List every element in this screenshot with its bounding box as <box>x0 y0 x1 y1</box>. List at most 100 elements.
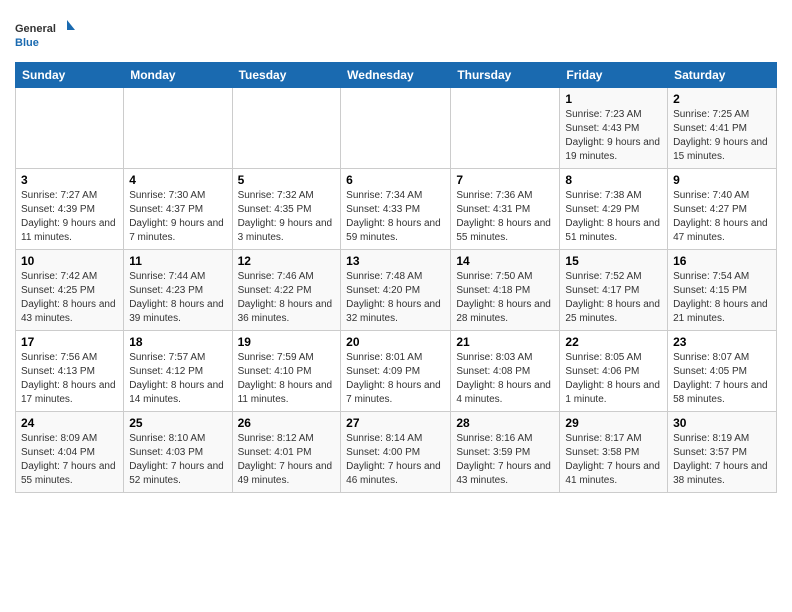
day-info: Sunrise: 7:50 AM Sunset: 4:18 PM Dayligh… <box>456 270 554 326</box>
day-of-week-header: Tuesday <box>232 63 341 88</box>
day-info: Sunrise: 8:14 AM Sunset: 4:00 PM Dayligh… <box>346 432 445 488</box>
calendar-day-cell: 27 Sunrise: 8:14 AM Sunset: 4:00 PM Dayli… <box>341 412 451 493</box>
day-info: Sunrise: 7:52 AM Sunset: 4:17 PM Dayligh… <box>565 270 662 326</box>
header-row: SundayMondayTuesdayWednesdayThursdayFrid… <box>16 63 777 88</box>
calendar-day-cell: 11 Sunrise: 7:44 AM Sunset: 4:23 PM Dayli… <box>124 250 232 331</box>
day-info: Sunrise: 7:27 AM Sunset: 4:39 PM Dayligh… <box>21 189 118 245</box>
day-number: 22 <box>565 335 662 349</box>
day-number: 21 <box>456 335 554 349</box>
calendar-day-cell: 5 Sunrise: 7:32 AM Sunset: 4:35 PM Daylig… <box>232 169 341 250</box>
day-number: 23 <box>673 335 771 349</box>
calendar-day-cell: 4Sunrise: 7:30 AM Sunset: 4:37 PM Daylig… <box>124 169 232 250</box>
svg-text:Blue: Blue <box>15 37 39 49</box>
calendar-day-cell: 10 Sunrise: 7:42 AM Sunset: 4:25 PM Dayli… <box>16 250 124 331</box>
day-of-week-header: Wednesday <box>341 63 451 88</box>
calendar-day-cell: 17Sunrise: 7:56 AM Sunset: 4:13 PM Dayli… <box>16 331 124 412</box>
day-number: 3 <box>21 173 118 187</box>
day-info: Sunrise: 7:44 AM Sunset: 4:23 PM Dayligh… <box>129 270 226 326</box>
day-number: 27 <box>346 416 445 430</box>
day-number: 10 <box>21 254 118 268</box>
calendar-day-cell: 26Sunrise: 8:12 AM Sunset: 4:01 PM Dayli… <box>232 412 341 493</box>
calendar-day-cell: 8 Sunrise: 7:38 AM Sunset: 4:29 PM Daylig… <box>560 169 668 250</box>
day-info: Sunrise: 7:34 AM Sunset: 4:33 PM Dayligh… <box>346 189 445 245</box>
day-info: Sunrise: 8:05 AM Sunset: 4:06 PM Dayligh… <box>565 351 662 407</box>
day-info: Sunrise: 7:36 AM Sunset: 4:31 PM Dayligh… <box>456 189 554 245</box>
day-number: 16 <box>673 254 771 268</box>
calendar-day-cell: 1Sunrise: 7:23 AM Sunset: 4:43 PM Daylig… <box>560 88 668 169</box>
day-number: 18 <box>129 335 226 349</box>
day-info: Sunrise: 7:30 AM Sunset: 4:37 PM Dayligh… <box>129 189 226 245</box>
calendar-day-cell: 9 Sunrise: 7:40 AM Sunset: 4:27 PM Daylig… <box>668 169 777 250</box>
day-number: 28 <box>456 416 554 430</box>
day-number: 30 <box>673 416 771 430</box>
calendar-day-cell: 18Sunrise: 7:57 AM Sunset: 4:12 PM Dayli… <box>124 331 232 412</box>
calendar-day-cell: 29 Sunrise: 8:17 AM Sunset: 3:58 PM Dayli… <box>560 412 668 493</box>
calendar-day-cell: 12 Sunrise: 7:46 AM Sunset: 4:22 PM Dayli… <box>232 250 341 331</box>
day-number: 19 <box>238 335 336 349</box>
day-number: 5 <box>238 173 336 187</box>
calendar-week-row: 24 Sunrise: 8:09 AM Sunset: 4:04 PM Dayli… <box>16 412 777 493</box>
calendar-day-cell <box>124 88 232 169</box>
calendar-day-cell: 28 Sunrise: 8:16 AM Sunset: 3:59 PM Dayli… <box>451 412 560 493</box>
day-info: Sunrise: 8:09 AM Sunset: 4:04 PM Dayligh… <box>21 432 118 488</box>
calendar-day-cell: 16 Sunrise: 7:54 AM Sunset: 4:15 PM Dayli… <box>668 250 777 331</box>
calendar-day-cell: 7 Sunrise: 7:36 AM Sunset: 4:31 PM Daylig… <box>451 169 560 250</box>
calendar-day-cell <box>232 88 341 169</box>
calendar-day-cell: 24 Sunrise: 8:09 AM Sunset: 4:04 PM Dayli… <box>16 412 124 493</box>
day-info: Sunrise: 7:40 AM Sunset: 4:27 PM Dayligh… <box>673 189 771 245</box>
svg-text:General: General <box>15 23 56 35</box>
calendar-table: SundayMondayTuesdayWednesdayThursdayFrid… <box>15 62 777 493</box>
day-number: 11 <box>129 254 226 268</box>
day-info: Sunrise: 8:16 AM Sunset: 3:59 PM Dayligh… <box>456 432 554 488</box>
day-number: 15 <box>565 254 662 268</box>
day-of-week-header: Friday <box>560 63 668 88</box>
logo: General Blue <box>15 16 75 56</box>
calendar-day-cell <box>341 88 451 169</box>
day-info: Sunrise: 7:56 AM Sunset: 4:13 PM Dayligh… <box>21 351 118 407</box>
day-number: 2 <box>673 92 771 106</box>
day-info: Sunrise: 7:23 AM Sunset: 4:43 PM Dayligh… <box>565 108 662 164</box>
page-header: General Blue <box>15 10 777 56</box>
day-info: Sunrise: 7:59 AM Sunset: 4:10 PM Dayligh… <box>238 351 336 407</box>
day-of-week-header: Thursday <box>451 63 560 88</box>
calendar-week-row: 10 Sunrise: 7:42 AM Sunset: 4:25 PM Dayli… <box>16 250 777 331</box>
calendar-day-cell <box>451 88 560 169</box>
calendar-day-cell: 19 Sunrise: 7:59 AM Sunset: 4:10 PM Dayli… <box>232 331 341 412</box>
day-info: Sunrise: 7:32 AM Sunset: 4:35 PM Dayligh… <box>238 189 336 245</box>
day-of-week-header: Sunday <box>16 63 124 88</box>
calendar-day-cell: 15 Sunrise: 7:52 AM Sunset: 4:17 PM Dayli… <box>560 250 668 331</box>
day-number: 14 <box>456 254 554 268</box>
calendar-day-cell: 23Sunrise: 8:07 AM Sunset: 4:05 PM Dayli… <box>668 331 777 412</box>
day-number: 24 <box>21 416 118 430</box>
calendar-week-row: 1Sunrise: 7:23 AM Sunset: 4:43 PM Daylig… <box>16 88 777 169</box>
day-number: 7 <box>456 173 554 187</box>
calendar-week-row: 3 Sunrise: 7:27 AM Sunset: 4:39 PM Daylig… <box>16 169 777 250</box>
day-info: Sunrise: 7:42 AM Sunset: 4:25 PM Dayligh… <box>21 270 118 326</box>
calendar-day-cell: 25Sunrise: 8:10 AM Sunset: 4:03 PM Dayli… <box>124 412 232 493</box>
calendar-header: SundayMondayTuesdayWednesdayThursdayFrid… <box>16 63 777 88</box>
day-number: 29 <box>565 416 662 430</box>
day-info: Sunrise: 7:54 AM Sunset: 4:15 PM Dayligh… <box>673 270 771 326</box>
logo-svg: General Blue <box>15 16 75 56</box>
day-number: 13 <box>346 254 445 268</box>
calendar-day-cell: 21Sunrise: 8:03 AM Sunset: 4:08 PM Dayli… <box>451 331 560 412</box>
day-number: 8 <box>565 173 662 187</box>
calendar-day-cell: 2 Sunrise: 7:25 AM Sunset: 4:41 PM Daylig… <box>668 88 777 169</box>
day-info: Sunrise: 7:25 AM Sunset: 4:41 PM Dayligh… <box>673 108 771 164</box>
day-number: 9 <box>673 173 771 187</box>
day-info: Sunrise: 8:19 AM Sunset: 3:57 PM Dayligh… <box>673 432 771 488</box>
day-number: 6 <box>346 173 445 187</box>
calendar-day-cell: 6 Sunrise: 7:34 AM Sunset: 4:33 PM Daylig… <box>341 169 451 250</box>
calendar-day-cell: 20Sunrise: 8:01 AM Sunset: 4:09 PM Dayli… <box>341 331 451 412</box>
day-number: 12 <box>238 254 336 268</box>
calendar-day-cell: 3 Sunrise: 7:27 AM Sunset: 4:39 PM Daylig… <box>16 169 124 250</box>
day-info: Sunrise: 7:38 AM Sunset: 4:29 PM Dayligh… <box>565 189 662 245</box>
calendar-day-cell <box>16 88 124 169</box>
day-info: Sunrise: 8:17 AM Sunset: 3:58 PM Dayligh… <box>565 432 662 488</box>
day-of-week-header: Saturday <box>668 63 777 88</box>
calendar-day-cell: 13Sunrise: 7:48 AM Sunset: 4:20 PM Dayli… <box>341 250 451 331</box>
day-info: Sunrise: 7:46 AM Sunset: 4:22 PM Dayligh… <box>238 270 336 326</box>
calendar-day-cell: 14 Sunrise: 7:50 AM Sunset: 4:18 PM Dayli… <box>451 250 560 331</box>
day-number: 25 <box>129 416 226 430</box>
calendar-day-cell: 30 Sunrise: 8:19 AM Sunset: 3:57 PM Dayli… <box>668 412 777 493</box>
